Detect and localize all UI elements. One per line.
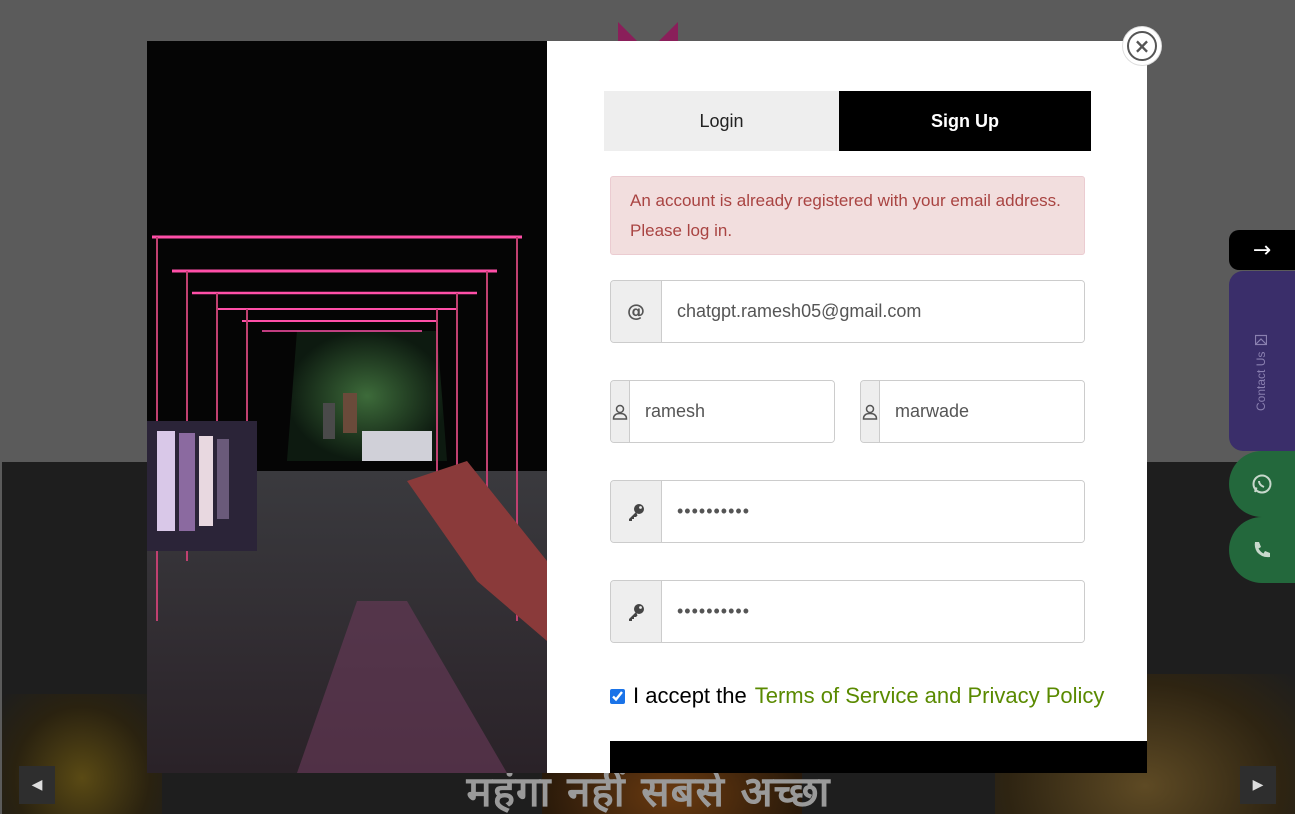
tab-sign-up[interactable]: Sign Up (839, 91, 1091, 151)
terms-prefix: I accept the (633, 683, 747, 708)
tab-login[interactable]: Login (604, 91, 839, 151)
phone-icon (1254, 542, 1270, 558)
site-logo (612, 22, 732, 44)
confirm-password-input[interactable] (662, 581, 1084, 642)
email-field: @ (610, 280, 1085, 343)
close-modal-button[interactable]: × (1123, 27, 1161, 65)
signup-form-panel: Login Sign Up An account is already regi… (547, 41, 1147, 773)
password-field (610, 480, 1085, 543)
whatsapp-icon (1252, 474, 1272, 494)
user-icon (861, 381, 880, 442)
contact-us-label: Contact Us (1254, 351, 1268, 411)
terms-checkbox[interactable] (610, 688, 625, 704)
side-toggle-button[interactable]: → (1229, 230, 1295, 270)
carousel-prev-button[interactable]: ◀ (19, 766, 55, 804)
last-name-field (860, 380, 1085, 443)
store-interior-image (147, 41, 547, 773)
key-icon (611, 481, 662, 542)
last-name-input[interactable] (880, 381, 1084, 442)
caret-right-icon: ▶ (1252, 777, 1264, 793)
terms-row: I accept the Terms of Service and Privac… (610, 683, 1104, 709)
confirm-password-field (610, 580, 1085, 643)
password-input[interactable] (662, 481, 1084, 542)
user-icon (611, 381, 630, 442)
error-alert: An account is already registered with yo… (610, 176, 1085, 255)
signup-submit-button[interactable] (610, 741, 1147, 773)
email-input[interactable] (662, 281, 1084, 342)
signup-modal: Login Sign Up An account is already regi… (147, 41, 1147, 773)
key-icon (611, 581, 662, 642)
first-name-input[interactable] (630, 381, 834, 442)
at-icon: @ (611, 281, 662, 342)
phone-button[interactable] (1229, 517, 1295, 583)
first-name-field (610, 380, 835, 443)
whatsapp-button[interactable] (1229, 451, 1295, 517)
carousel-next-button[interactable]: ▶ (1240, 766, 1276, 804)
auth-tabs: Login Sign Up (604, 91, 1091, 151)
arrow-right-icon: → (1252, 237, 1272, 263)
terms-link[interactable]: Terms of Service and Privacy Policy (755, 683, 1105, 709)
envelope-icon (1255, 334, 1267, 345)
close-icon: × (1127, 31, 1157, 61)
contact-us-tab[interactable]: Contact Us (1229, 271, 1295, 451)
caret-left-icon: ◀ (31, 777, 43, 793)
